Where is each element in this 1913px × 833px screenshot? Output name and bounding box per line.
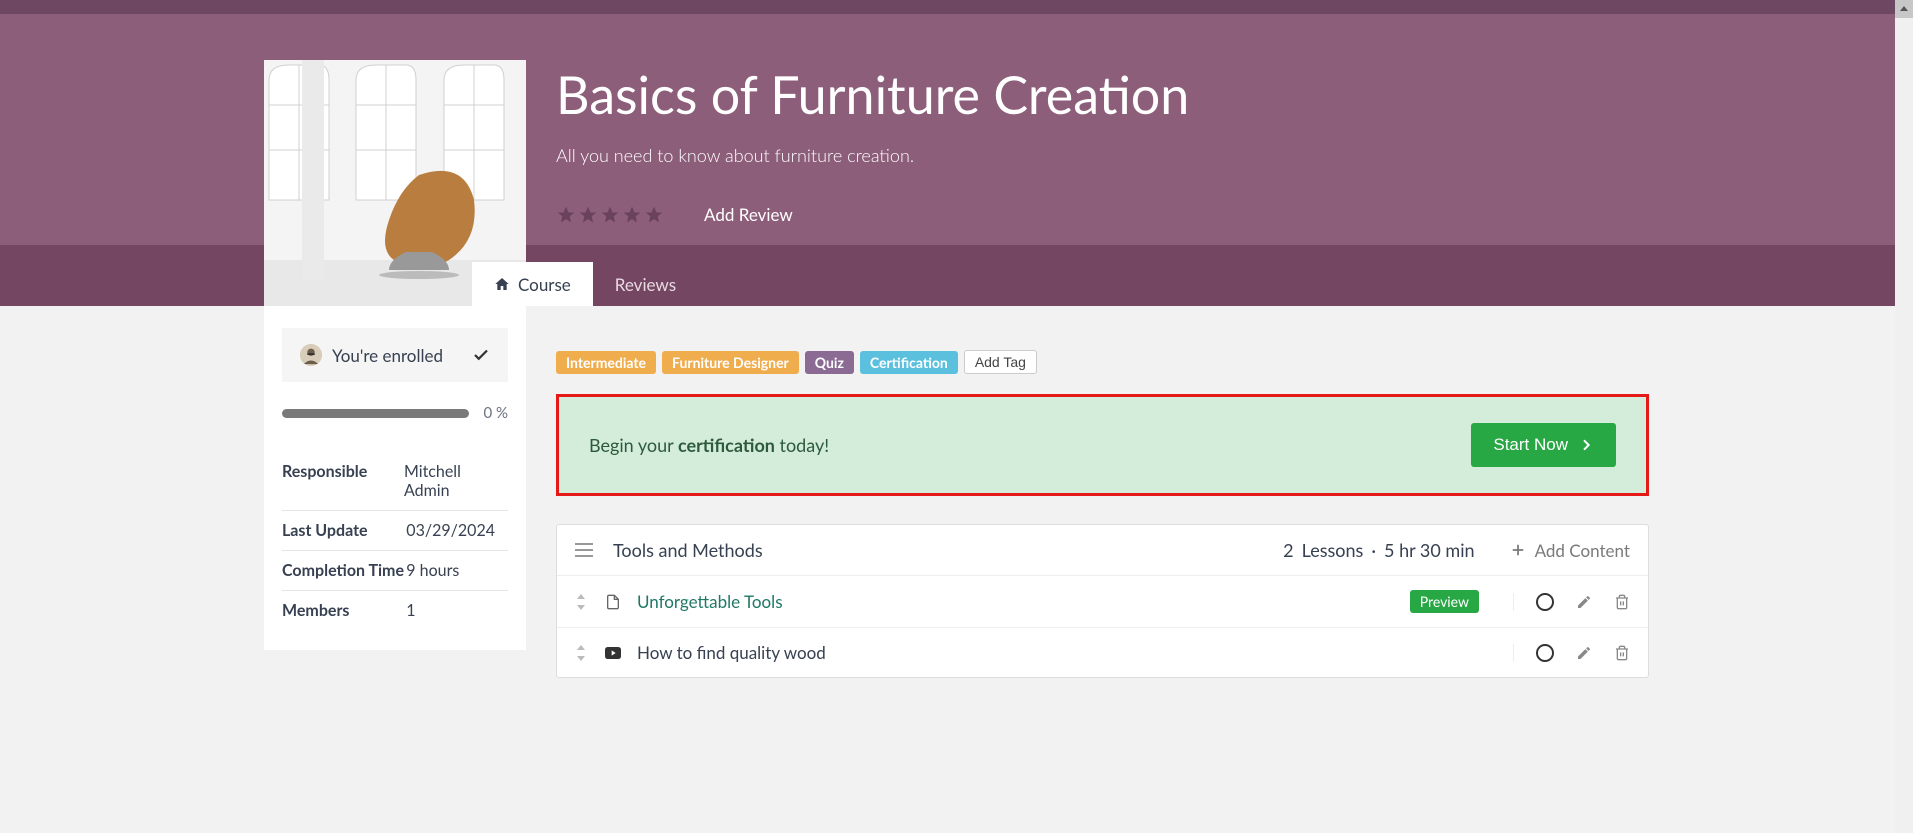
- edit-icon[interactable]: [1576, 594, 1592, 610]
- info-row-last-update: Last Update 03/29/2024: [282, 510, 508, 550]
- sidebar: You're enrolled 0 % Responsible Mitchell…: [264, 306, 526, 650]
- start-now-label: Start Now: [1493, 435, 1568, 455]
- info-label: Last Update: [282, 521, 406, 540]
- section-meta: 2 Lessons · 5 hr 30 min Add Content: [1283, 539, 1630, 561]
- scroll-up-arrow-icon[interactable]: [1895, 0, 1913, 18]
- info-value: 9 hours: [406, 561, 459, 580]
- course-subtitle: All you need to know about furniture cre…: [556, 144, 1649, 166]
- tab-label: Course: [518, 274, 571, 295]
- lesson-row: How to find quality wood: [557, 628, 1648, 677]
- info-value: Mitchell Admin: [404, 462, 508, 500]
- video-icon: [605, 646, 621, 660]
- cert-suffix: today!: [775, 434, 829, 456]
- preview-badge[interactable]: Preview: [1410, 590, 1479, 613]
- info-value: 1: [406, 601, 415, 620]
- tab-reviews[interactable]: Reviews: [593, 262, 698, 306]
- hamburger-icon[interactable]: [575, 543, 593, 557]
- add-content-button[interactable]: Add Content: [1511, 540, 1630, 561]
- tags-row: Intermediate Furniture Designer Quiz Cer…: [556, 350, 1649, 374]
- tag-quiz[interactable]: Quiz: [805, 351, 854, 374]
- edit-icon[interactable]: [1576, 645, 1592, 661]
- chevron-right-icon: [1578, 437, 1594, 453]
- separator: ·: [1371, 539, 1376, 561]
- tab-label: Reviews: [615, 274, 676, 295]
- lesson-title-link[interactable]: How to find quality wood: [637, 642, 826, 663]
- action-cell: [1513, 593, 1630, 611]
- star-icon: [644, 205, 664, 225]
- star-icon: [600, 205, 620, 225]
- enrolled-text: You're enrolled: [332, 345, 443, 366]
- add-review-link[interactable]: Add Review: [704, 204, 793, 225]
- lesson-row: Unforgettable Tools Preview: [557, 576, 1648, 628]
- check-icon: [472, 346, 490, 364]
- completion-circle-icon[interactable]: [1536, 644, 1554, 662]
- action-cell: [1513, 644, 1630, 662]
- pdf-icon: [605, 593, 621, 611]
- progress-row: 0 %: [264, 404, 526, 422]
- info-value: 03/29/2024: [406, 521, 495, 540]
- progress-bar: [282, 409, 469, 418]
- section-header: Tools and Methods 2 Lessons · 5 hr 30 mi…: [557, 525, 1648, 576]
- enrolled-box: You're enrolled: [282, 328, 508, 382]
- completion-circle-icon[interactable]: [1536, 593, 1554, 611]
- add-tag-button[interactable]: Add Tag: [964, 350, 1037, 374]
- course-title: Basics of Furniture Creation: [556, 64, 1649, 126]
- info-table: Responsible Mitchell Admin Last Update 0…: [264, 452, 526, 630]
- scrollbar[interactable]: [1895, 0, 1913, 833]
- home-icon: [494, 276, 510, 292]
- star-icon: [622, 205, 642, 225]
- info-label: Members: [282, 601, 406, 620]
- info-row-completion: Completion Time 9 hours: [282, 550, 508, 590]
- progress-percent: 0 %: [483, 404, 508, 422]
- certification-banner: Begin your certification today! Start No…: [556, 394, 1649, 496]
- star-icon: [556, 205, 576, 225]
- lessons-count: 2: [1283, 539, 1293, 561]
- rating-stars[interactable]: [556, 205, 664, 225]
- star-icon: [578, 205, 598, 225]
- tab-course[interactable]: Course: [472, 262, 593, 306]
- top-strip: [0, 0, 1913, 14]
- avatar-icon: [300, 344, 322, 366]
- add-content-label: Add Content: [1535, 540, 1630, 561]
- certification-text: Begin your certification today!: [589, 434, 829, 456]
- tag-intermediate[interactable]: Intermediate: [556, 351, 656, 374]
- sort-handle-icon[interactable]: [575, 645, 589, 661]
- info-row-members: Members 1: [282, 590, 508, 630]
- plus-icon: [1511, 543, 1525, 557]
- lesson-title-link[interactable]: Unforgettable Tools: [637, 591, 783, 612]
- start-now-button[interactable]: Start Now: [1471, 423, 1616, 467]
- hero-banner: Basics of Furniture Creation All you nee…: [0, 0, 1913, 306]
- info-label: Completion Time: [282, 561, 406, 580]
- tag-designer[interactable]: Furniture Designer: [662, 351, 799, 374]
- cert-prefix: Begin your: [589, 434, 678, 456]
- lessons-table: Tools and Methods 2 Lessons · 5 hr 30 mi…: [556, 524, 1649, 678]
- info-label: Responsible: [282, 462, 404, 500]
- cert-bold: certification: [678, 434, 775, 456]
- tag-certification[interactable]: Certification: [860, 351, 958, 374]
- section-title: Tools and Methods: [613, 539, 763, 561]
- info-row-responsible: Responsible Mitchell Admin: [282, 452, 508, 510]
- content: Intermediate Furniture Designer Quiz Cer…: [556, 306, 1649, 688]
- section-duration: 5 hr 30 min: [1384, 539, 1475, 561]
- lessons-label: Lessons: [1302, 539, 1364, 561]
- trash-icon[interactable]: [1614, 645, 1630, 661]
- sort-handle-icon[interactable]: [575, 594, 589, 610]
- tabs: Course Reviews: [472, 262, 698, 306]
- trash-icon[interactable]: [1614, 594, 1630, 610]
